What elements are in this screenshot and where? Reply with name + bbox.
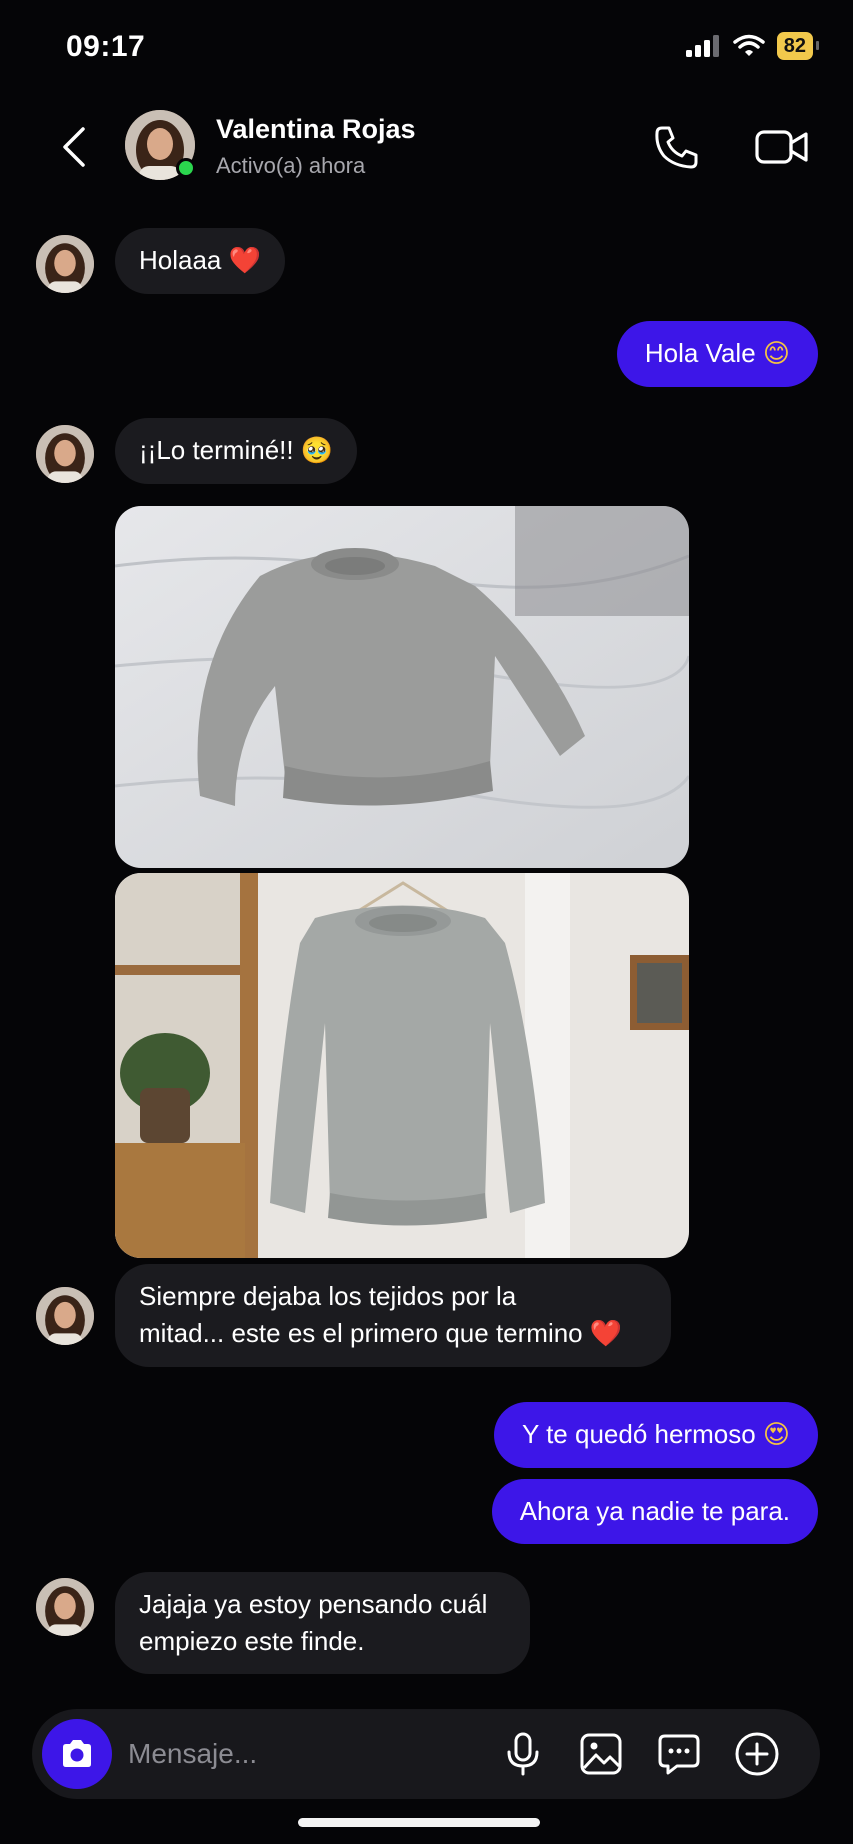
message-text: Holaaa — [139, 245, 229, 275]
incoming-message[interactable]: Siempre dejaba los tejidos por la mitad.… — [115, 1264, 671, 1367]
heart-emoji: ❤️ — [228, 246, 261, 276]
back-button[interactable] — [54, 124, 94, 170]
message-text-line: mitad... este es el primero que termino — [139, 1318, 590, 1348]
incoming-message[interactable]: ¡¡Lo terminé!! 🥹 — [115, 418, 358, 484]
camera-button[interactable] — [42, 1719, 112, 1789]
message-composer — [32, 1709, 820, 1799]
outgoing-message[interactable]: Y te quedó hermoso 😍 — [493, 1402, 818, 1468]
contact-avatar[interactable] — [125, 110, 196, 180]
message-text: Y te quedó hermoso — [521, 1419, 763, 1449]
battery-indicator: 82 — [776, 32, 820, 60]
message-text-line: Siempre dejaba los tejidos por la — [139, 1281, 517, 1311]
contact-status: Activo(a) ahora — [216, 153, 366, 178]
image-icon — [580, 1733, 622, 1775]
outgoing-message[interactable]: Ahora ya nadie te para. — [491, 1479, 818, 1544]
message-text: Hola Vale — [644, 338, 763, 368]
message-text: ¡¡Lo terminé!! — [139, 435, 301, 465]
sticker-button[interactable] — [656, 1731, 702, 1777]
phone-icon — [655, 126, 698, 169]
video-call-button[interactable] — [754, 124, 810, 170]
avatar — [36, 425, 94, 483]
incoming-message[interactable]: Jajaja ya estoy pensando cuál empiezo es… — [115, 1572, 530, 1674]
avatar — [36, 1578, 94, 1636]
message-avatar[interactable] — [36, 235, 94, 293]
heart-eyes-emoji: 😍 — [762, 1420, 790, 1450]
chevron-left-icon — [63, 127, 85, 167]
avatar — [36, 1287, 94, 1345]
status-icons: 82 — [685, 32, 820, 60]
incoming-message[interactable]: Holaaa ❤️ — [115, 228, 285, 294]
photo-sweater-on-bed[interactable] — [115, 506, 689, 868]
chat-bubble-icon — [658, 1734, 700, 1775]
wifi-icon — [733, 34, 765, 56]
photo-sweater-on-hanger[interactable] — [115, 873, 689, 1258]
message-text: Ahora ya nadie te para. — [519, 1496, 790, 1526]
outgoing-message[interactable]: Hola Vale 😊 — [616, 321, 818, 387]
camera-icon — [63, 1740, 91, 1767]
heart-emoji: ❤️ — [589, 1319, 623, 1349]
video-camera-icon — [755, 130, 808, 164]
signal-icon — [685, 35, 719, 57]
avatar — [36, 235, 94, 293]
add-button[interactable] — [734, 1731, 780, 1777]
smile-emoji: 😊 — [762, 339, 790, 369]
microphone-button[interactable] — [500, 1731, 546, 1777]
home-indicator[interactable] — [298, 1818, 540, 1827]
message-text-line: empiezo este finde. — [139, 1626, 365, 1656]
pleading-emoji: 🥹 — [300, 436, 334, 466]
contact-name[interactable]: Valentina Rojas — [216, 114, 416, 145]
microphone-icon — [507, 1732, 539, 1776]
sweater-image — [115, 506, 689, 868]
message-text-line: Jajaja ya estoy pensando cuál — [139, 1589, 488, 1619]
message-input[interactable] — [128, 1733, 428, 1775]
message-avatar[interactable] — [36, 425, 94, 483]
message-avatar[interactable] — [36, 1578, 94, 1636]
plus-circle-icon — [735, 1732, 779, 1776]
online-indicator — [176, 158, 196, 178]
sweater-image — [115, 873, 689, 1258]
status-time: 09:17 — [66, 30, 146, 63]
message-avatar[interactable] — [36, 1287, 94, 1345]
gallery-button[interactable] — [578, 1731, 624, 1777]
voice-call-button[interactable] — [652, 122, 702, 172]
